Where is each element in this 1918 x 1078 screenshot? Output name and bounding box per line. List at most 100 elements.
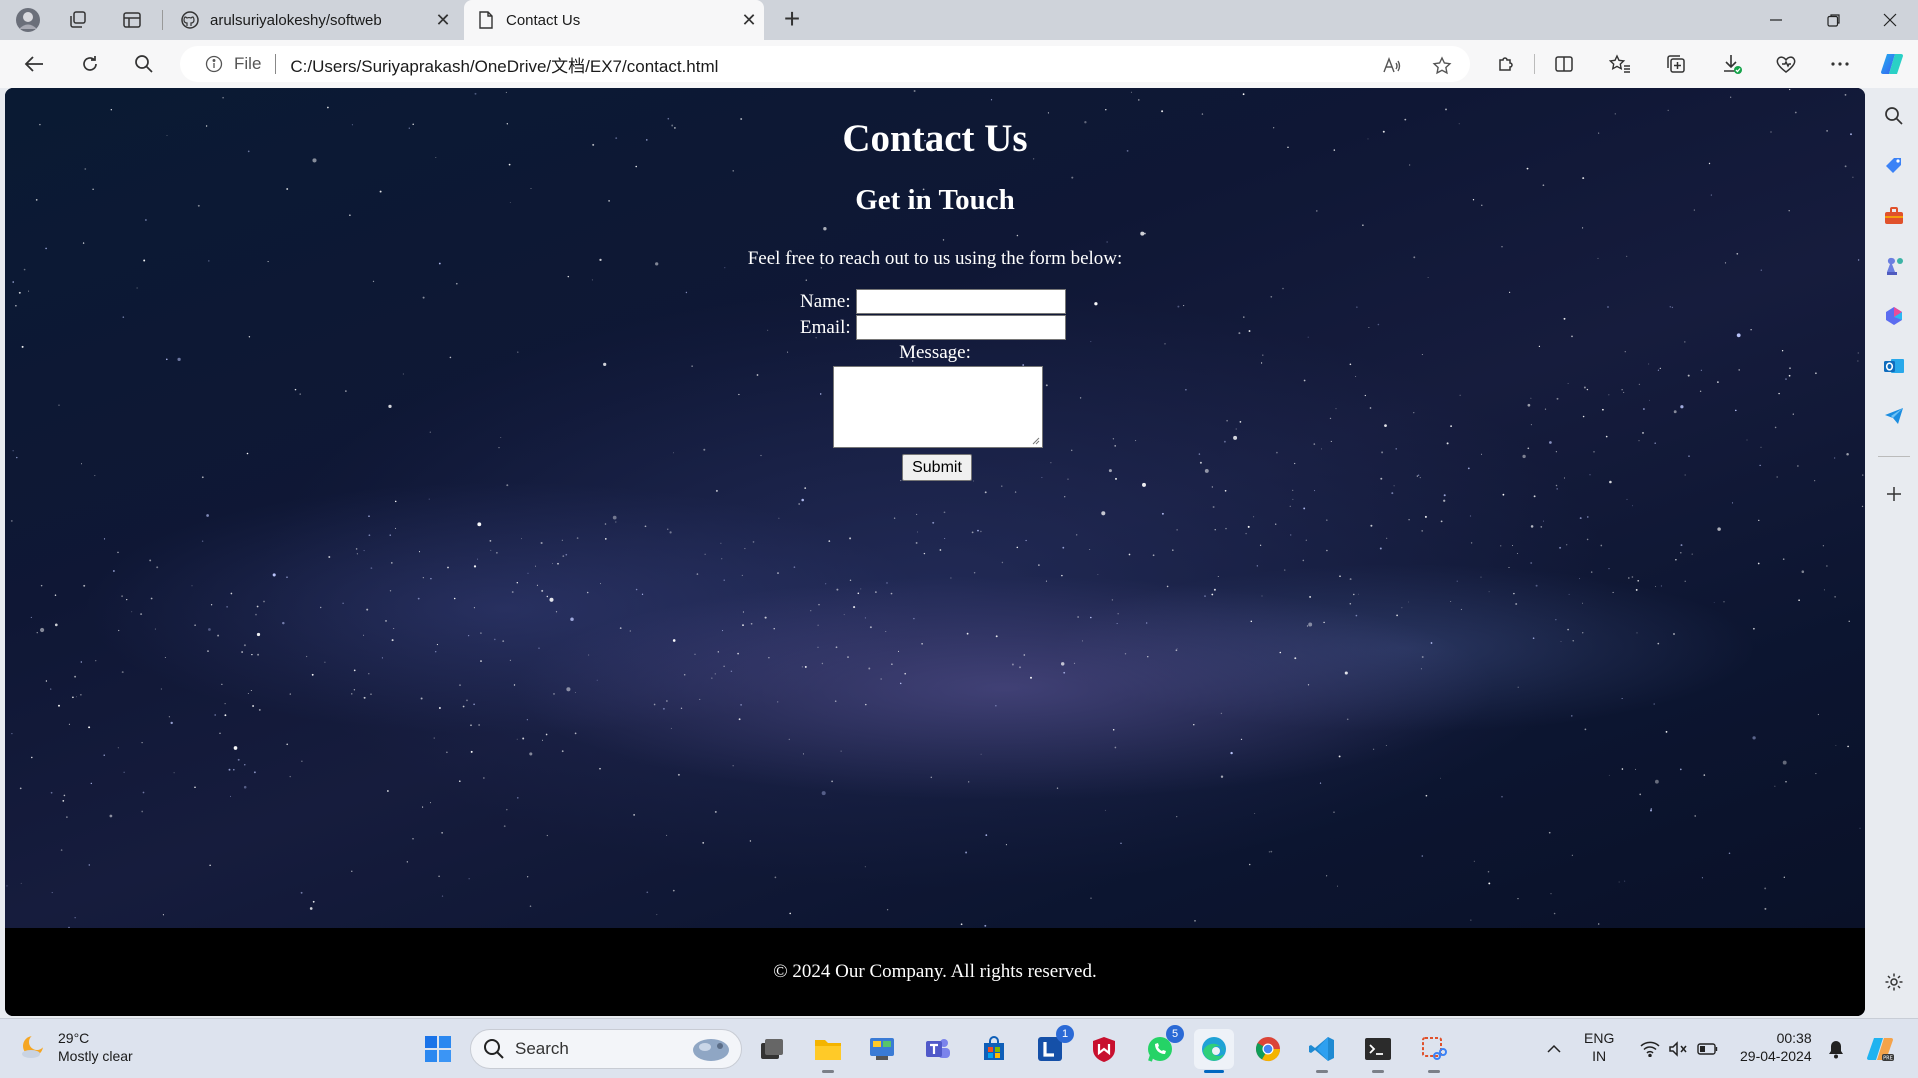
games-chess-icon[interactable]	[1880, 252, 1908, 280]
submit-button[interactable]: Submit	[902, 454, 972, 481]
snipping-tool-icon[interactable]	[1414, 1029, 1454, 1073]
whatsapp-icon[interactable]: 5	[1140, 1025, 1184, 1069]
favorite-star-icon[interactable]	[1428, 52, 1456, 80]
star	[286, 576, 288, 579]
teams-icon[interactable]	[918, 1029, 958, 1069]
close-window-icon[interactable]	[1862, 0, 1918, 40]
star	[224, 703, 226, 705]
edge-browser-icon[interactable]	[1194, 1029, 1234, 1073]
restore-icon[interactable]	[1806, 0, 1862, 40]
star	[224, 714, 227, 717]
tab-github[interactable]: arulsuriyalokeshy/softweb ✕	[168, 0, 458, 40]
star	[1759, 464, 1761, 466]
microsoft-365-icon[interactable]	[1880, 302, 1908, 330]
vscode-icon[interactable]	[1302, 1029, 1342, 1073]
star	[1214, 529, 1216, 531]
close-tab-icon[interactable]: ✕	[734, 10, 764, 31]
send-telegram-icon[interactable]	[1880, 402, 1908, 430]
favorites-icon[interactable]	[1604, 48, 1636, 80]
star	[474, 92, 477, 95]
tools-briefcase-icon[interactable]	[1880, 202, 1908, 230]
star	[480, 632, 482, 634]
star	[561, 539, 563, 541]
workspaces-icon[interactable]	[64, 6, 92, 34]
star	[1530, 525, 1534, 528]
downloads-icon[interactable]	[1716, 48, 1748, 80]
refresh-icon[interactable]	[74, 48, 106, 80]
split-screen-icon[interactable]	[1548, 48, 1580, 80]
star	[777, 701, 779, 703]
resize-grip-icon[interactable]	[1032, 437, 1040, 445]
star	[226, 606, 228, 608]
search-icon[interactable]	[128, 48, 160, 80]
tab-contact[interactable]: Contact Us ✕	[464, 0, 764, 40]
address-bar[interactable]: File C:/Users/Suriyaprakash/OneDrive/文档/…	[180, 46, 1470, 82]
shopping-tag-icon[interactable]	[1880, 152, 1908, 180]
star	[1543, 520, 1544, 522]
back-arrow-icon[interactable]	[18, 48, 50, 80]
star	[309, 907, 313, 910]
star	[591, 279, 593, 281]
linkedin-learning-icon[interactable]: 1	[1030, 1025, 1074, 1069]
windows-taskbar: 29°C Mostly clear Search 1 5 ENG IN 00:3…	[0, 1018, 1918, 1078]
terminal-icon[interactable]	[1358, 1029, 1398, 1073]
clock[interactable]: 00:38 29-04-2024	[1740, 1029, 1812, 1065]
running-indicator	[1428, 1070, 1440, 1073]
browser-essentials-icon[interactable]	[1770, 48, 1802, 80]
star	[742, 611, 744, 613]
star	[60, 849, 63, 851]
star	[1259, 544, 1262, 546]
close-tab-icon[interactable]: ✕	[428, 10, 458, 31]
star	[1621, 698, 1623, 699]
star	[1501, 795, 1503, 798]
star	[1631, 576, 1634, 578]
url-text[interactable]: C:/Users/Suriyaprakash/OneDrive/文档/EX7/c…	[290, 52, 1470, 77]
star	[505, 91, 507, 93]
copilot-taskbar-icon[interactable]: PRE	[1860, 1029, 1900, 1069]
star	[422, 296, 425, 299]
new-tab-button[interactable]: +	[776, 4, 808, 36]
weather-widget[interactable]: 29°C Mostly clear	[18, 1029, 133, 1065]
start-windows-icon[interactable]	[418, 1029, 458, 1069]
notification-bell-icon[interactable]	[1816, 1029, 1856, 1069]
control-panel-icon[interactable]	[862, 1029, 902, 1069]
extensions-icon[interactable]	[1490, 48, 1522, 80]
site-info-icon[interactable]	[202, 52, 226, 76]
name-input[interactable]	[855, 289, 1066, 314]
minimize-icon[interactable]	[1748, 0, 1804, 40]
language-indicator[interactable]: ENG IN	[1584, 1029, 1614, 1065]
star	[522, 737, 525, 740]
sidebar-settings-gear-icon[interactable]	[1880, 968, 1908, 996]
read-aloud-icon[interactable]	[1378, 52, 1406, 80]
email-input[interactable]	[855, 315, 1066, 340]
mcafee-shield-icon[interactable]	[1084, 1029, 1124, 1069]
star	[208, 628, 211, 631]
show-hidden-icons-chevron-icon[interactable]	[1534, 1029, 1574, 1069]
star	[1669, 306, 1672, 308]
star	[1834, 596, 1836, 598]
vertical-tabs-icon[interactable]	[118, 6, 146, 34]
star	[1522, 454, 1526, 459]
profile-avatar[interactable]	[14, 6, 42, 34]
star	[1487, 870, 1490, 873]
collections-icon[interactable]	[1660, 48, 1692, 80]
outlook-icon[interactable]	[1880, 352, 1908, 380]
battery-icon[interactable]	[1688, 1029, 1728, 1069]
star	[549, 597, 554, 602]
microsoft-store-icon[interactable]	[974, 1029, 1014, 1069]
star	[1211, 593, 1214, 596]
star	[473, 607, 475, 609]
message-textarea[interactable]	[833, 366, 1043, 448]
chrome-icon[interactable]	[1248, 1029, 1288, 1069]
task-view-icon[interactable]	[752, 1029, 792, 1069]
star	[1782, 760, 1787, 765]
add-sidebar-app-icon[interactable]	[1880, 480, 1908, 508]
sidebar-search-icon[interactable]	[1880, 102, 1908, 130]
file-explorer-icon[interactable]	[808, 1029, 848, 1073]
more-options-icon[interactable]	[1824, 48, 1856, 80]
running-indicator	[822, 1070, 834, 1073]
star	[760, 454, 762, 457]
copilot-icon[interactable]	[1876, 48, 1908, 80]
star	[1025, 539, 1027, 542]
taskbar-search[interactable]: Search	[470, 1029, 742, 1069]
